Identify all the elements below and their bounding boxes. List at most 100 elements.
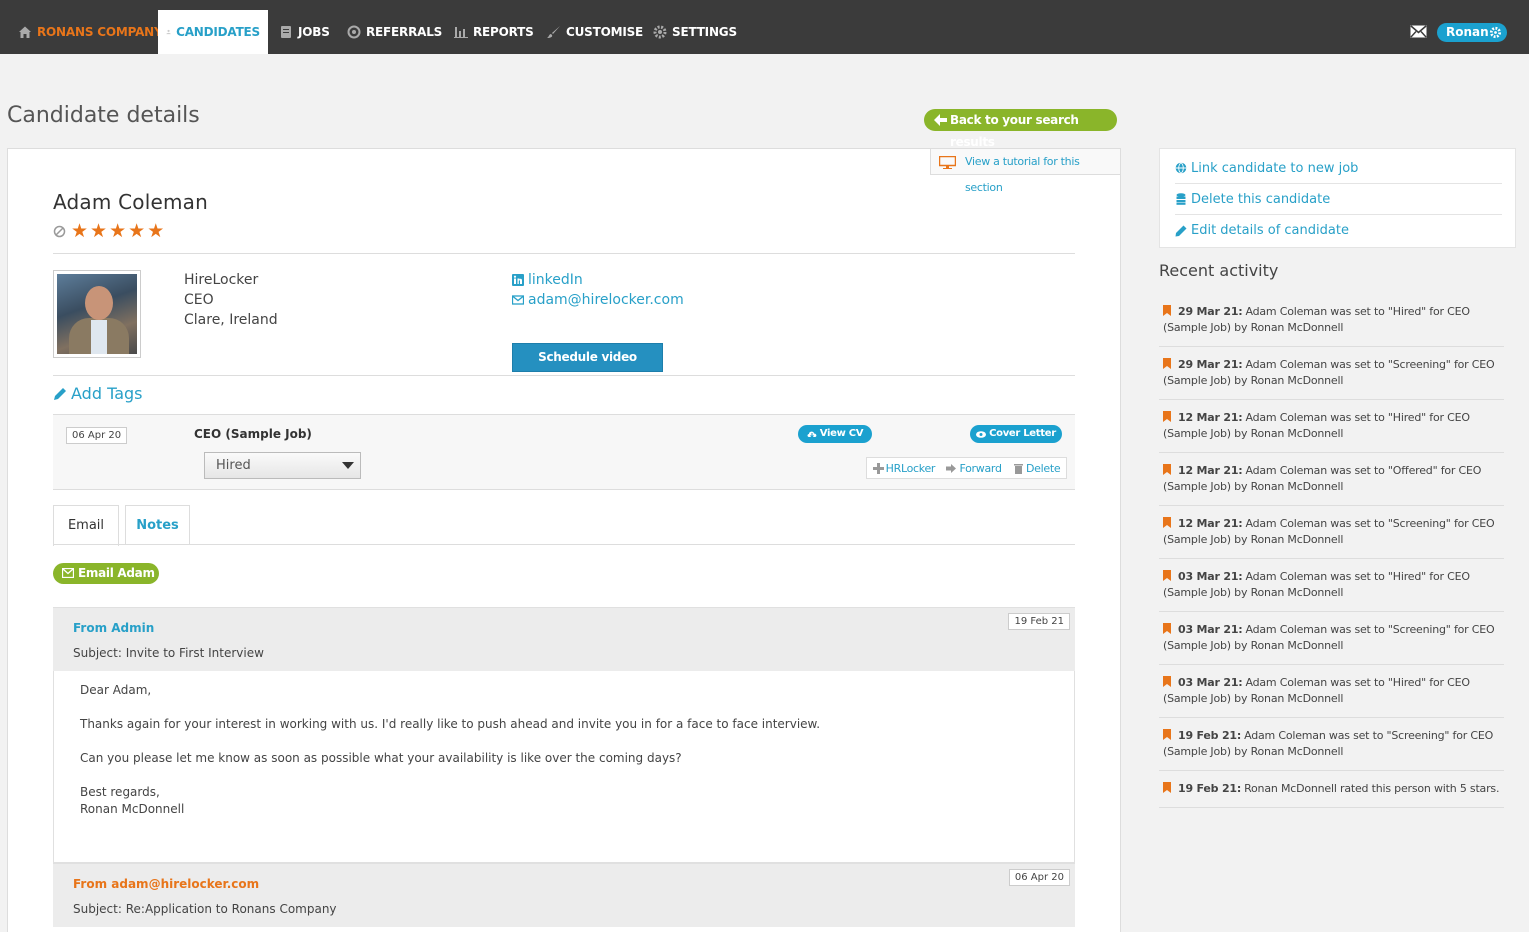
message-signoff: Best regards, [80, 785, 160, 799]
message-date: 19 Feb 21 [1008, 613, 1070, 630]
nav-tab-settings[interactable]: SETTINGS [645, 10, 745, 54]
mail-icon[interactable] [1410, 25, 1427, 38]
candidate-company: HireLocker [184, 272, 259, 288]
nav-tab-customise[interactable]: CUSTOMISE [539, 10, 651, 54]
activity-item: 03 Mar 21: Adam Coleman was set to "Hired… [1159, 665, 1504, 718]
activity-date: 29 Mar 21: [1178, 358, 1243, 371]
home-icon [19, 26, 31, 38]
message-date: 06 Apr 20 [1008, 869, 1070, 886]
hrlocker-button[interactable]: HRLocker [872, 462, 935, 475]
candidate-name: Adam Coleman [53, 190, 208, 214]
database-icon [1176, 193, 1186, 205]
candidate-location: Clare, Ireland [184, 312, 278, 328]
message-body: Dear Adam, Thanks again for your interes… [53, 671, 1075, 863]
delete-application-button[interactable]: Delete [1013, 462, 1061, 475]
nav-tab-reports[interactable]: REPORTS [446, 10, 542, 54]
envelope-icon [512, 295, 524, 305]
application-job-title[interactable]: CEO (Sample Job) [194, 427, 312, 441]
message-from: From Admin [73, 621, 155, 635]
activity-item: 12 Mar 21: Adam Coleman was set to "Scree… [1159, 506, 1504, 559]
add-tags-link[interactable]: Add Tags [53, 384, 142, 403]
message-greeting: Dear Adam, [80, 683, 152, 697]
nav-brand[interactable]: RONANS COMPANY [10, 10, 171, 54]
bookmark-icon [1163, 782, 1171, 793]
activity-date: 12 Mar 21: [1178, 517, 1243, 530]
activity-date: 29 Mar 21: [1178, 305, 1243, 318]
candidate-panel: View a tutorial for this section Adam Co… [7, 148, 1121, 932]
star-icon[interactable]: ★ [147, 222, 164, 241]
divider [53, 375, 1075, 376]
bookmark-icon [1163, 676, 1171, 687]
bookmark-icon [1163, 305, 1171, 316]
delete-candidate-label: Delete this candidate [1191, 191, 1331, 207]
status-select[interactable]: Hired [204, 452, 361, 479]
cover-letter-button[interactable]: Cover Letter [970, 425, 1062, 443]
email-candidate-button[interactable]: Email Adam [53, 563, 159, 584]
view-cv-button[interactable]: View CV [798, 425, 872, 443]
bookmark-icon [1163, 570, 1171, 581]
handshake-icon [347, 25, 361, 39]
linkedin-icon [512, 274, 524, 286]
message-header[interactable]: From adam@hirelocker.com 06 Apr 20 Subje… [53, 863, 1075, 927]
activity-date: 12 Mar 21: [1178, 411, 1243, 424]
star-icon[interactable]: ★ [71, 222, 88, 241]
message-paragraph: Thanks again for your interest in workin… [80, 717, 821, 731]
plus-icon [872, 462, 884, 474]
email-link[interactable]: adam@hirelocker.com [512, 292, 684, 308]
activity-date: 03 Mar 21: [1178, 570, 1243, 583]
star-icon[interactable]: ★ [128, 222, 145, 241]
tab-notes[interactable]: Notes [125, 505, 190, 545]
nav-tab-candidates[interactable]: CANDIDATES [158, 10, 268, 54]
top-nav: RONANS COMPANY CANDIDATES JOBS REFERRALS… [0, 0, 1529, 54]
nav-tab-referrals[interactable]: REFERRALS [339, 10, 450, 54]
back-button-label: Back to your search results [950, 113, 1079, 149]
star-icon[interactable]: ★ [109, 222, 126, 241]
forward-button[interactable]: Forward [946, 462, 1002, 475]
star-icon[interactable]: ★ [90, 222, 107, 241]
message-signature: Ronan McDonnell [80, 802, 185, 816]
bar-chart-icon [454, 27, 468, 38]
monitor-icon [939, 156, 956, 169]
message-subject: Subject: Re:Application to Ronans Compan… [73, 902, 337, 916]
activity-list: 29 Mar 21: Adam Coleman was set to "Hired… [1159, 294, 1504, 808]
linkedin-label: linkedIn [528, 272, 583, 288]
bookmark-icon [1163, 729, 1171, 740]
activity-date: 03 Mar 21: [1178, 676, 1243, 689]
chevron-down-icon [342, 462, 354, 469]
bookmark-icon [1163, 517, 1171, 528]
delete-candidate-link[interactable]: Delete this candidate [1175, 184, 1502, 215]
linkedin-link[interactable]: linkedIn [512, 272, 583, 288]
cloud-download-icon [807, 431, 817, 438]
user-icon [166, 29, 171, 35]
activity-item: 03 Mar 21: Adam Coleman was set to "Hired… [1159, 559, 1504, 612]
message-subject: Subject: Invite to First Interview [73, 646, 264, 660]
globe-icon [1175, 162, 1187, 174]
edit-candidate-link[interactable]: Edit details of candidate [1175, 215, 1502, 246]
bookmark-icon [1163, 464, 1171, 475]
message-header[interactable]: From Admin 19 Feb 21 Subject: Invite to … [53, 607, 1075, 671]
clear-rating-icon[interactable] [53, 225, 66, 238]
brush-icon [547, 26, 560, 38]
nav-tab-label: JOBS [298, 25, 330, 39]
back-to-results-button[interactable]: Back to your search results [924, 109, 1117, 149]
edit-candidate-label: Edit details of candidate [1191, 223, 1349, 238]
nav-tab-jobs[interactable]: JOBS [271, 10, 338, 54]
schedule-video-interview-button[interactable]: Schedule video interview [512, 343, 663, 391]
activity-date: 19 Feb 21: [1178, 782, 1242, 795]
activity-item: 03 Mar 21: Adam Coleman was set to "Scree… [1159, 612, 1504, 665]
user-menu-button[interactable]: Ronan [1437, 23, 1507, 42]
link-to-job-link[interactable]: Link candidate to new job [1175, 153, 1502, 184]
application-row: 06 Apr 20 CEO (Sample Job) Hired View CV… [53, 414, 1075, 490]
message-from: From adam@hirelocker.com [73, 877, 260, 891]
tab-email[interactable]: Email [53, 505, 119, 546]
tutorial-link[interactable]: View a tutorial for this section [930, 149, 1120, 194]
bookmark-icon [1163, 623, 1171, 634]
nav-tab-label: CANDIDATES [176, 25, 260, 39]
activity-item: 19 Feb 21: Adam Coleman was set to "Scree… [1159, 718, 1504, 771]
pencil-icon [1175, 225, 1187, 236]
email-button-label: Email Adam [78, 566, 155, 580]
rating[interactable]: ★ ★ ★ ★ ★ [53, 222, 164, 241]
activity-date: 03 Mar 21: [1178, 623, 1243, 636]
add-tags-label: Add Tags [71, 384, 143, 403]
message-paragraph: Can you please let me know as soon as po… [80, 751, 682, 765]
